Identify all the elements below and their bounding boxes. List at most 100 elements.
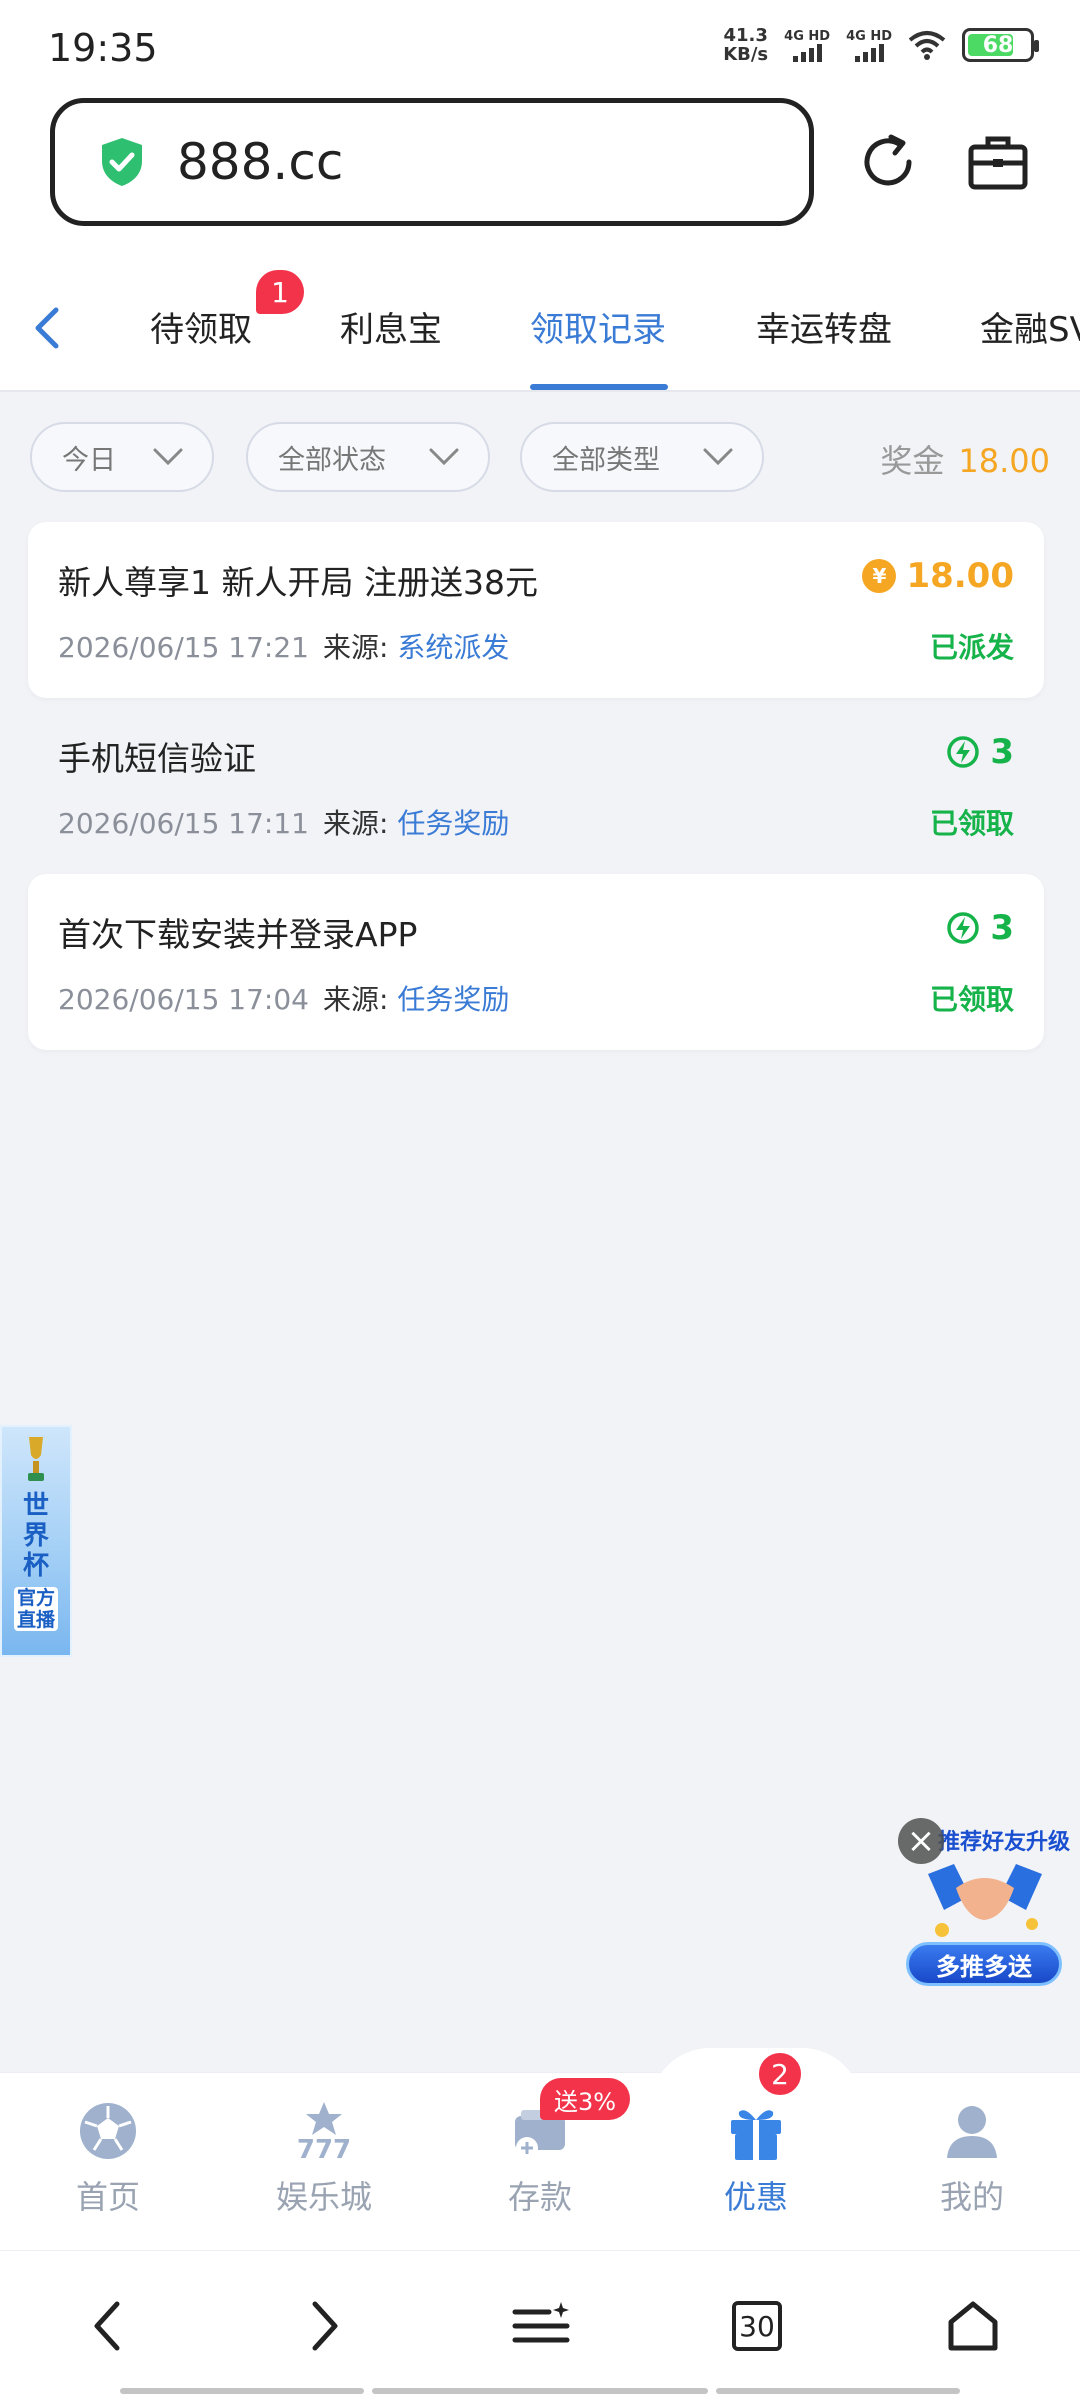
slot-777-icon: 777	[297, 2102, 351, 2164]
signal-1-icon: 4G HD	[784, 29, 830, 62]
gift-icon	[731, 2110, 781, 2160]
status-bar: 19:35 41.3 KB/s 4G HD 4G HD 68	[0, 0, 1080, 92]
signal-2-icon: 4G HD	[846, 29, 892, 62]
bonus-total: 奖金 18.00	[880, 436, 1050, 482]
soccer-ball-icon	[80, 2103, 136, 2159]
record-title: 手机短信验证	[58, 739, 256, 778]
svg-text:777: 777	[297, 2135, 351, 2164]
lightning-icon	[947, 912, 980, 944]
browser-forward-button[interactable]	[290, 2291, 360, 2361]
chevron-down-icon	[429, 448, 459, 466]
tab-pending[interactable]: 待领取	[150, 302, 252, 351]
browser-toolbar: 30	[0, 2250, 1080, 2400]
browser-back-button[interactable]	[72, 2291, 142, 2361]
type-filter-label: 全部类型	[552, 444, 660, 476]
record-item[interactable]: 首次下载安装并登录APP 3 2026/06/15 17:04 来源: 任务奖励 …	[28, 874, 1044, 1050]
wifi-icon	[908, 31, 946, 60]
record-meta: 2026/06/15 17:04 来源: 任务奖励	[58, 978, 509, 1018]
tab-interest[interactable]: 利息宝	[340, 302, 442, 351]
chevron-right-icon	[312, 2301, 338, 2351]
back-chevron-icon[interactable]	[28, 304, 68, 352]
record-amount-value: 3	[990, 908, 1014, 948]
chevron-left-icon	[94, 2301, 120, 2351]
record-amount: 3	[946, 908, 1014, 948]
tab-finance[interactable]: 金融SV	[980, 302, 1080, 351]
toolbox-button[interactable]	[958, 122, 1038, 202]
record-source-label: 来源:	[322, 983, 389, 1016]
bonus-label: 奖金	[880, 442, 945, 480]
gesture-bar-2	[372, 2388, 708, 2394]
record-date: 2026/06/15 17:11	[58, 807, 309, 840]
lightning-icon	[947, 736, 980, 768]
trophy-icon	[28, 1437, 44, 1481]
date-filter[interactable]: 今日	[30, 422, 214, 492]
gesture-bar-1	[120, 2388, 364, 2394]
record-status: 已领取	[929, 807, 1014, 840]
type-filter[interactable]: 全部类型	[520, 422, 764, 492]
deposit-bonus-tag: 送3%	[540, 2078, 631, 2120]
browser-address-row: 888.cc	[0, 92, 1080, 262]
chevron-down-icon	[703, 448, 733, 466]
status-filter-label: 全部状态	[278, 444, 386, 476]
gesture-bar-3	[716, 2388, 960, 2394]
url-text: 888.cc	[177, 133, 344, 191]
record-date: 2026/06/15 17:04	[58, 983, 309, 1016]
record-meta: 2026/06/15 17:21 来源: 系统派发	[58, 626, 509, 666]
status-time: 19:35	[48, 26, 158, 70]
browser-menu-button[interactable]	[506, 2291, 576, 2361]
battery-level: 68	[982, 32, 1014, 58]
nav-deposit-label: 存款	[507, 2178, 572, 2216]
record-title: 新人尊享1 新人开局 注册送38元	[58, 563, 538, 602]
browser-home-button[interactable]	[938, 2291, 1008, 2361]
user-icon	[947, 2106, 997, 2158]
nav-promotions[interactable]: 优惠	[676, 2098, 836, 2218]
tab-claim-records[interactable]: 领取记录	[530, 302, 666, 351]
promotions-badge: 2	[756, 2050, 804, 2098]
speed-value: 41.3	[723, 25, 768, 46]
chevron-down-icon	[153, 448, 183, 466]
record-source: 任务奖励	[397, 983, 510, 1016]
promo-top-label: 推荐好友升级	[938, 1830, 1071, 1855]
nav-casino-label: 娱乐城	[275, 2178, 372, 2216]
yen-coin-icon: ¥	[862, 559, 897, 593]
nav-profile[interactable]: 我的	[892, 2098, 1052, 2218]
status-icons: 41.3 KB/s 4G HD 4G HD 68	[723, 26, 1039, 64]
speed-unit: KB/s	[723, 44, 769, 65]
record-amount: 3	[946, 732, 1014, 772]
worldcup-title: 世界杯	[22, 1491, 49, 1581]
nav-profile-label: 我的	[939, 2178, 1004, 2216]
record-source: 系统派发	[397, 631, 510, 664]
briefcase-icon	[968, 136, 1028, 190]
record-amount: ¥ 18.00	[862, 556, 1014, 596]
record-item[interactable]: 新人尊享1 新人开局 注册送38元 ¥ 18.00 2026/06/15 17:…	[28, 522, 1044, 698]
nav-casino[interactable]: 777 娱乐城	[244, 2098, 404, 2218]
close-icon[interactable]: ×	[898, 1818, 944, 1864]
record-date: 2026/06/15 17:21	[58, 631, 309, 664]
reload-icon	[864, 134, 912, 186]
nav-promotions-label: 优惠	[723, 2178, 788, 2216]
home-icon	[948, 2301, 998, 2351]
handshake-icon	[928, 1864, 1042, 1937]
record-status: 已派发	[929, 631, 1014, 664]
promo-button[interactable]: 多推多送	[906, 1942, 1062, 1986]
tab-pending-badge: 1	[256, 270, 304, 314]
record-item[interactable]: 手机短信验证 3 2026/06/15 17:11 来源: 任务奖励 已领取	[28, 698, 1044, 874]
address-bar[interactable]: 888.cc	[50, 98, 814, 226]
record-source-label: 来源:	[322, 807, 389, 840]
active-tab-indicator	[530, 384, 668, 390]
record-source: 任务奖励	[397, 807, 510, 840]
tab-lucky-wheel[interactable]: 幸运转盘	[756, 302, 892, 351]
browser-tabs-button[interactable]: 30	[722, 2291, 792, 2361]
record-amount-value: 3	[990, 732, 1014, 772]
reload-button[interactable]	[848, 122, 928, 202]
nav-home[interactable]: 首页	[28, 2098, 188, 2218]
worldcup-live-float[interactable]: 世界杯 官方直播	[0, 1425, 72, 1657]
record-title: 首次下载安装并登录APP	[58, 915, 418, 954]
signal-2-label: 4G HD	[846, 28, 892, 44]
record-meta: 2026/06/15 17:11 来源: 任务奖励	[58, 802, 509, 842]
bonus-value: 18.00	[958, 442, 1050, 480]
network-speed: 41.3 KB/s	[723, 26, 768, 64]
status-filter[interactable]: 全部状态	[246, 422, 490, 492]
secure-shield-icon	[102, 138, 142, 186]
referral-promo-float[interactable]: 推荐好友升级 × 多推多送	[898, 1812, 1071, 1992]
